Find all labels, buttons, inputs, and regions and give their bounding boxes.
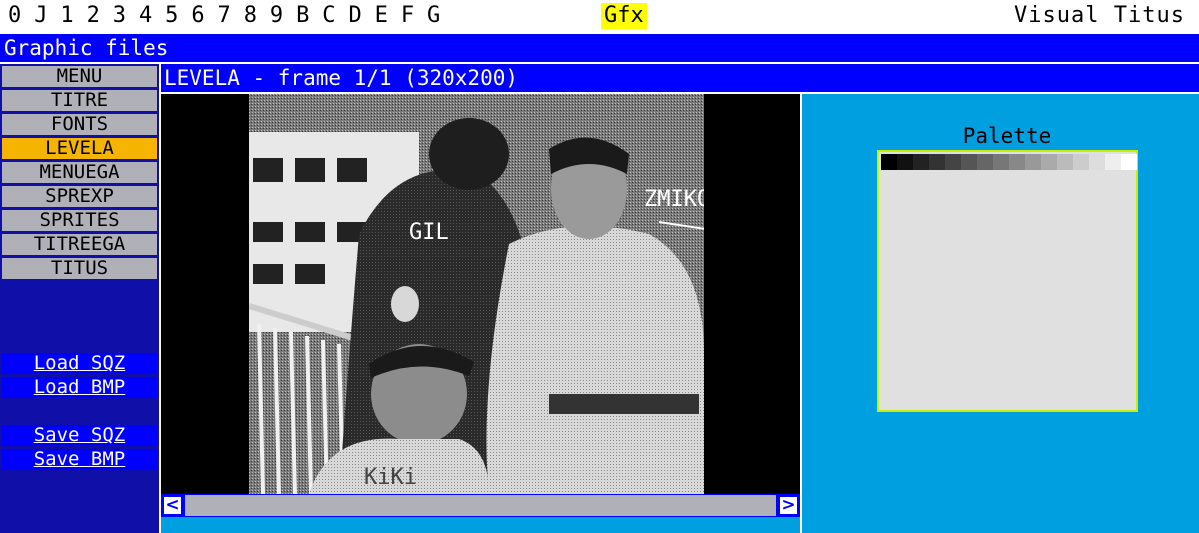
palette-box[interactable] [877, 150, 1138, 412]
tab-gfx[interactable]: Gfx [601, 3, 647, 29]
sidebar-item-titreega[interactable]: TITREEGA [2, 234, 157, 255]
palette-swatch[interactable] [945, 154, 961, 170]
sidebar: MENU TITRE FONTS LEVELA MENUEGA SPREXP S… [0, 64, 159, 533]
tab-strip: 0J123456789BCDEFG [8, 2, 453, 30]
tab-5[interactable]: 5 [165, 2, 191, 30]
palette-swatch[interactable] [929, 154, 945, 170]
tab-j[interactable]: J [34, 2, 60, 30]
palette-swatch[interactable] [881, 154, 897, 170]
tab-1[interactable]: 1 [60, 2, 86, 30]
canvas-footer [161, 517, 800, 533]
palette-swatch[interactable] [897, 154, 913, 170]
image-canvas[interactable]: GIL ZMIKO KiKi [161, 94, 800, 494]
palette-swatch[interactable] [913, 154, 929, 170]
scroll-left-icon[interactable]: < [162, 495, 183, 516]
tab-6[interactable]: 6 [191, 2, 217, 30]
palette-swatch[interactable] [977, 154, 993, 170]
sidebar-item-menuega[interactable]: MENUEGA [2, 162, 157, 183]
app-title: Visual Titus [1014, 3, 1185, 28]
label-kiki: KiKi [364, 465, 417, 490]
tab-b[interactable]: B [296, 2, 322, 30]
tab-3[interactable]: 3 [113, 2, 139, 30]
tab-c[interactable]: C [322, 2, 348, 30]
load-bmp-button[interactable]: Load BMP [2, 377, 157, 398]
label-zmiko: ZMIKO [644, 187, 704, 212]
tab-d[interactable]: D [348, 2, 374, 30]
palette-title: Palette [962, 124, 1052, 148]
palette-swatch[interactable] [1025, 154, 1041, 170]
horizontal-scrollbar[interactable]: < > [161, 494, 800, 517]
tab-f[interactable]: F [401, 2, 427, 30]
palette-swatch[interactable] [1057, 154, 1073, 170]
load-sqz-button[interactable]: Load SQZ [2, 353, 157, 374]
tab-2[interactable]: 2 [87, 2, 113, 30]
palette-swatches [881, 154, 1137, 170]
scroll-right-icon[interactable]: > [778, 495, 799, 516]
palette-swatch[interactable] [1089, 154, 1105, 170]
palette-swatch[interactable] [1073, 154, 1089, 170]
frame-header: LEVELA - frame 1/1 (320x200) [161, 64, 1199, 92]
tab-e[interactable]: E [375, 2, 401, 30]
sidebar-item-fonts[interactable]: FONTS [2, 114, 157, 135]
sidebar-item-levela[interactable]: LEVELA [2, 138, 157, 159]
tab-9[interactable]: 9 [270, 2, 296, 30]
sidebar-item-titus[interactable]: TITUS [2, 258, 157, 279]
palette-swatch[interactable] [1121, 154, 1137, 170]
tab-7[interactable]: 7 [218, 2, 244, 30]
palette-swatch[interactable] [993, 154, 1009, 170]
save-bmp-button[interactable]: Save BMP [2, 449, 157, 470]
tab-8[interactable]: 8 [244, 2, 270, 30]
save-sqz-button[interactable]: Save SQZ [2, 425, 157, 446]
scroll-track[interactable] [185, 495, 776, 516]
tab-0[interactable]: 0 [8, 2, 34, 30]
palette-swatch[interactable] [1105, 154, 1121, 170]
sidebar-item-menu[interactable]: MENU [2, 66, 157, 87]
tab-g[interactable]: G [427, 2, 453, 30]
palette-swatch[interactable] [1009, 154, 1025, 170]
palette-swatch[interactable] [961, 154, 977, 170]
sidebar-item-sprites[interactable]: SPRITES [2, 210, 157, 231]
tab-4[interactable]: 4 [139, 2, 165, 30]
top-menu-bar: 0J123456789BCDEFG Gfx Visual Titus [0, 0, 1199, 32]
sidebar-item-sprexp[interactable]: SPREXP [2, 186, 157, 207]
section-title: Graphic files [0, 34, 1199, 62]
level-image: GIL ZMIKO KiKi [249, 94, 704, 494]
sidebar-item-titre[interactable]: TITRE [2, 90, 157, 111]
label-gil: GIL [409, 220, 449, 245]
palette-swatch[interactable] [1041, 154, 1057, 170]
palette-panel: Palette [802, 94, 1199, 533]
